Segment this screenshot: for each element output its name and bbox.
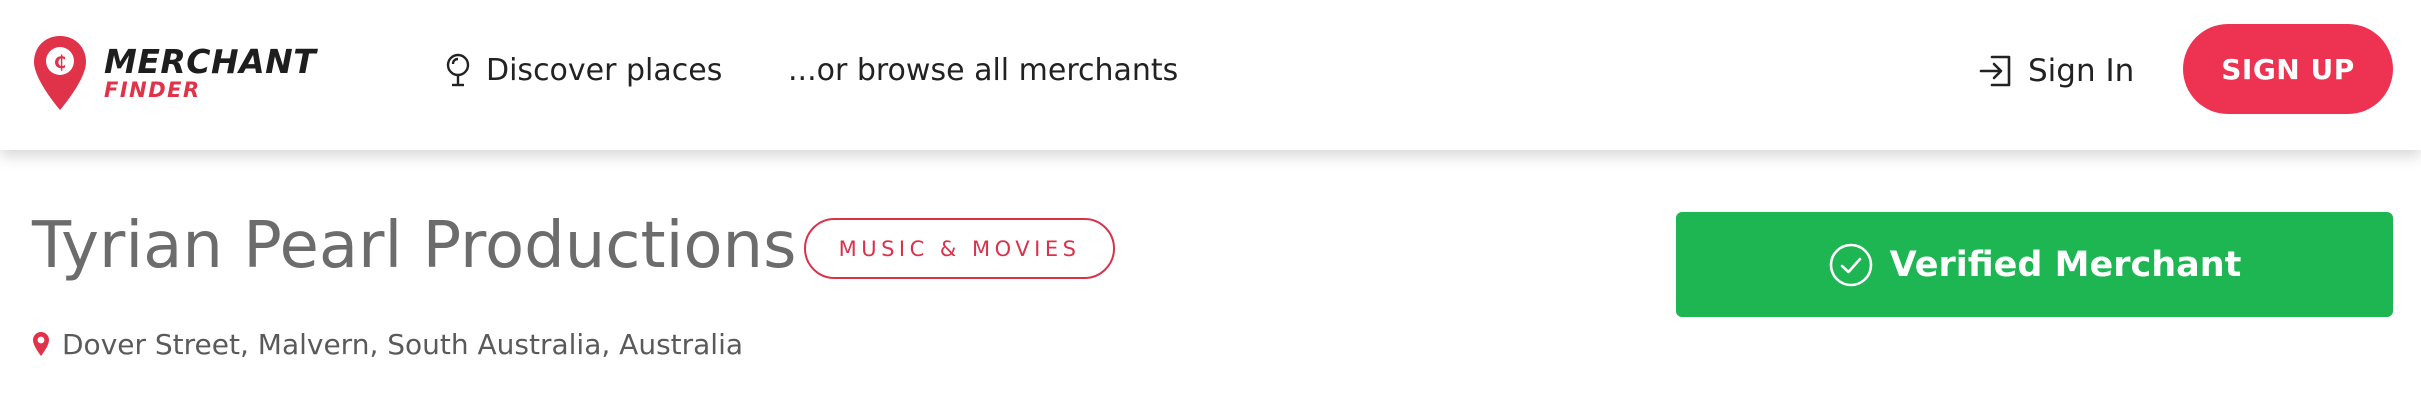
check-circle-icon (1829, 243, 1872, 286)
location-text: Dover Street, Malvern, South Australia, … (62, 327, 744, 361)
sign-up-button[interactable]: SIGN UP (2183, 24, 2393, 114)
merchant-location: Dover Street, Malvern, South Australia, … (32, 326, 743, 362)
site-header: ₵ MERCHANT FINDER Discover places ...or … (0, 0, 2421, 150)
sign-in-link[interactable]: Sign In (1978, 48, 2134, 94)
brand-name-line2: FINDER (104, 78, 201, 102)
svg-text:₵: ₵ (54, 52, 67, 73)
nav-discover-places[interactable]: Discover places (442, 48, 722, 92)
sign-in-label: Sign In (2028, 53, 2135, 89)
brand-logo[interactable]: ₵ MERCHANT FINDER (32, 34, 316, 112)
location-pin-icon (33, 332, 49, 356)
map-marker-outline-icon (446, 53, 470, 87)
nav-browse-label: ...or browse all merchants (788, 52, 1179, 88)
merchant-pin-logo-icon: ₵ (34, 36, 86, 110)
nav-discover-label: Discover places (486, 52, 723, 88)
nav-browse-merchants[interactable]: ...or browse all merchants (788, 48, 1178, 92)
verified-merchant-badge: Verified Merchant (1676, 212, 2393, 317)
login-icon (1979, 55, 2011, 87)
category-badge[interactable]: MUSIC & MOVIES (804, 218, 1115, 279)
brand-name-line1: MERCHANT (104, 42, 317, 81)
verified-label: Verified Merchant (1889, 244, 2242, 285)
brand-wordmark: MERCHANT FINDER (104, 45, 316, 101)
merchant-name: Tyrian Pearl Productions (32, 209, 797, 283)
